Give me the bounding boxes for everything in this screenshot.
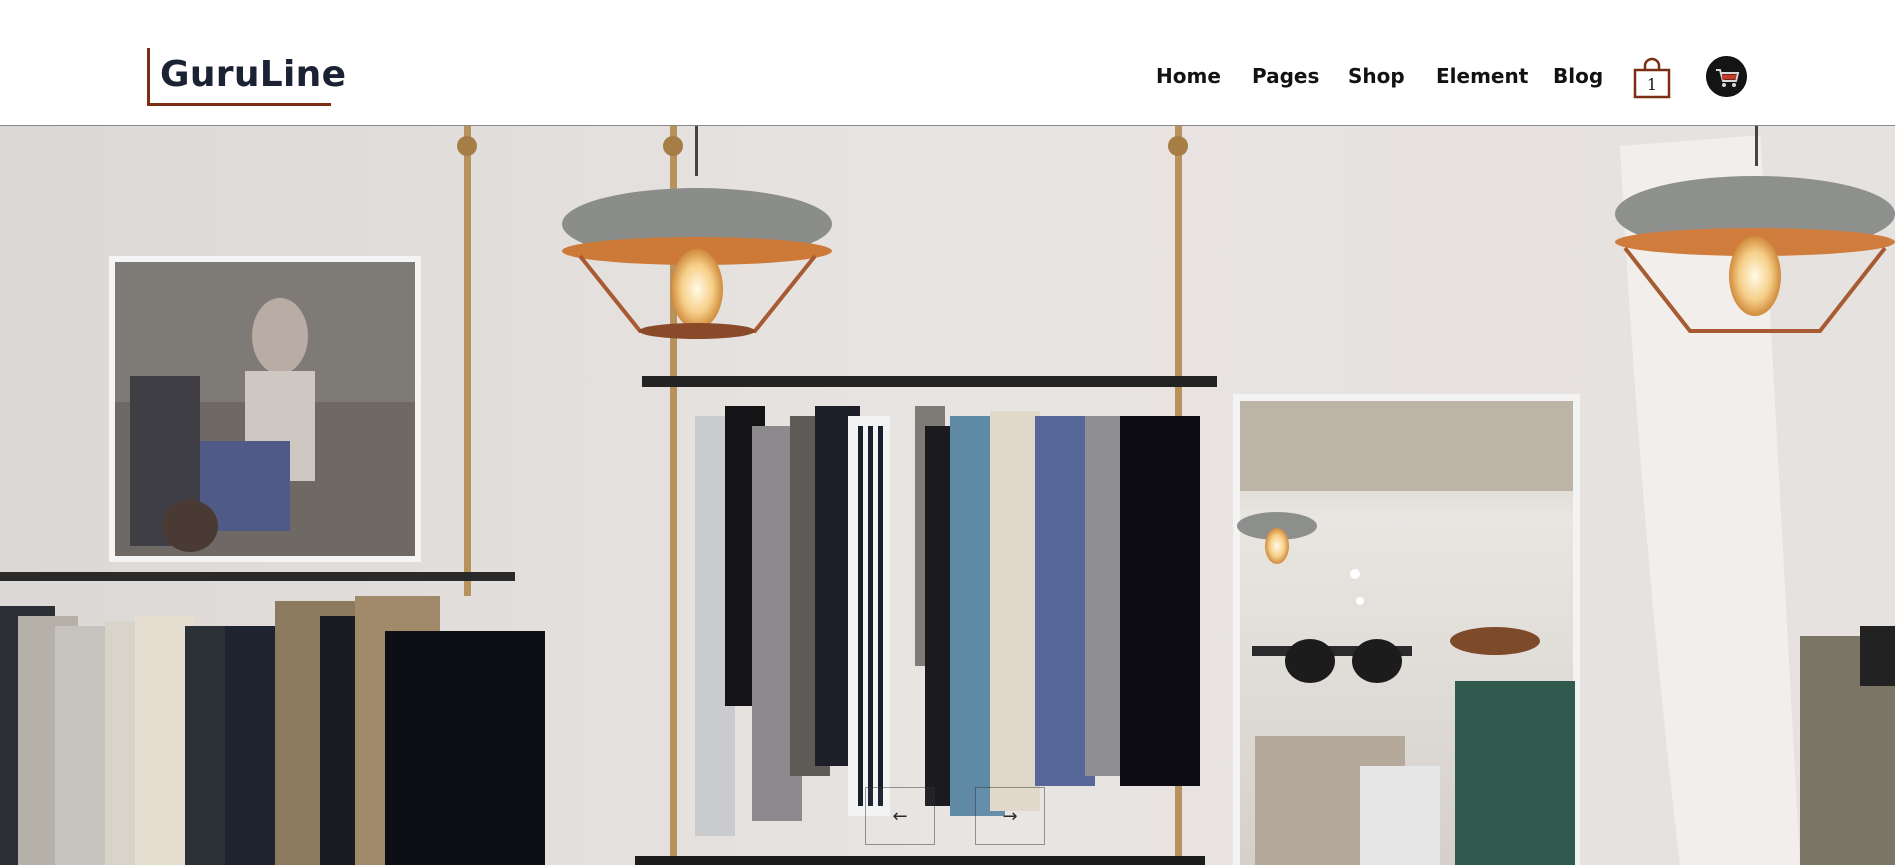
hero-store-image [0, 126, 1895, 865]
nav-shop[interactable]: Shop [1348, 64, 1405, 88]
user-avatar[interactable] [1706, 56, 1747, 97]
cart-button[interactable]: 1 [1633, 57, 1671, 99]
nav-element[interactable]: Element [1436, 64, 1528, 88]
site-header: GuruLine Home Pages Shop Element Blog 1 [0, 0, 1895, 126]
slider-prev-button[interactable]: ← [865, 787, 935, 845]
arrow-right-icon: → [1002, 805, 1018, 827]
slider-next-button[interactable]: → [975, 787, 1045, 845]
site-logo[interactable]: GuruLine [147, 48, 346, 106]
nav-home[interactable]: Home [1156, 64, 1221, 88]
nav-pages[interactable]: Pages [1252, 64, 1319, 88]
user-avatar-cart-icon [1706, 56, 1747, 97]
cart-count-badge: 1 [1646, 75, 1658, 94]
arrow-left-icon: ← [892, 805, 908, 827]
hero-banner: ← → [0, 126, 1895, 865]
nav-blog[interactable]: Blog [1553, 64, 1603, 88]
